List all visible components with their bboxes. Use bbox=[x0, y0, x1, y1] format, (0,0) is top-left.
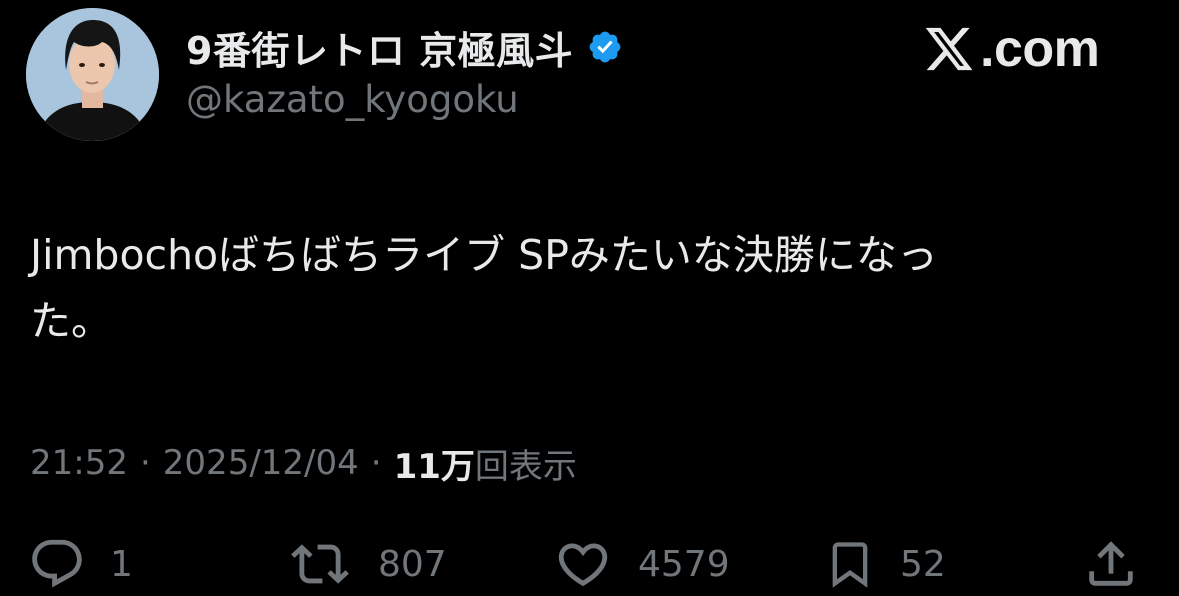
meta-separator: · bbox=[139, 443, 151, 483]
brand-domain-text: .com bbox=[980, 20, 1100, 78]
repost-icon bbox=[291, 544, 349, 584]
display-name-text[interactable]: 9番街レトロ 京極風斗 bbox=[186, 20, 573, 75]
bookmark-button[interactable]: 52 bbox=[824, 532, 946, 596]
bookmark-icon bbox=[832, 542, 868, 588]
like-count: 4579 bbox=[638, 543, 730, 585]
x-logo-icon bbox=[925, 27, 973, 71]
avatar[interactable] bbox=[26, 8, 159, 141]
tweet-actions: 1 807 4579 52 bbox=[0, 532, 1179, 596]
heart-icon bbox=[558, 543, 608, 587]
tweet-date[interactable]: 2025/12/04 bbox=[163, 443, 359, 483]
reply-button[interactable]: 1 bbox=[28, 532, 133, 596]
reply-icon bbox=[32, 539, 82, 588]
meta-separator: · bbox=[370, 443, 382, 483]
tweet-time[interactable]: 21:52 bbox=[30, 443, 128, 483]
verified-badge-icon bbox=[587, 29, 623, 65]
bookmark-count: 52 bbox=[900, 543, 946, 585]
reply-count: 1 bbox=[110, 543, 133, 585]
tweet-meta: 21:52 · 2025/12/04 · 11万 回表示 bbox=[30, 438, 577, 488]
share-icon bbox=[1089, 541, 1133, 586]
share-button[interactable] bbox=[1082, 532, 1140, 596]
user-handle[interactable]: @kazato_kyogoku bbox=[186, 78, 519, 121]
x-brand: .com bbox=[920, 18, 1100, 80]
views-label: 回表示 bbox=[474, 446, 577, 487]
like-button[interactable]: 4579 bbox=[552, 532, 730, 596]
tweet-text: Jimbochoばちばちライブ SPみたいな決勝になっ た。 bbox=[30, 231, 938, 345]
repost-count: 807 bbox=[378, 543, 447, 585]
views-count: 11万 bbox=[393, 446, 475, 487]
repost-button[interactable]: 807 bbox=[286, 532, 447, 596]
display-name[interactable]: 9番街レトロ 京極風斗 bbox=[186, 20, 623, 75]
